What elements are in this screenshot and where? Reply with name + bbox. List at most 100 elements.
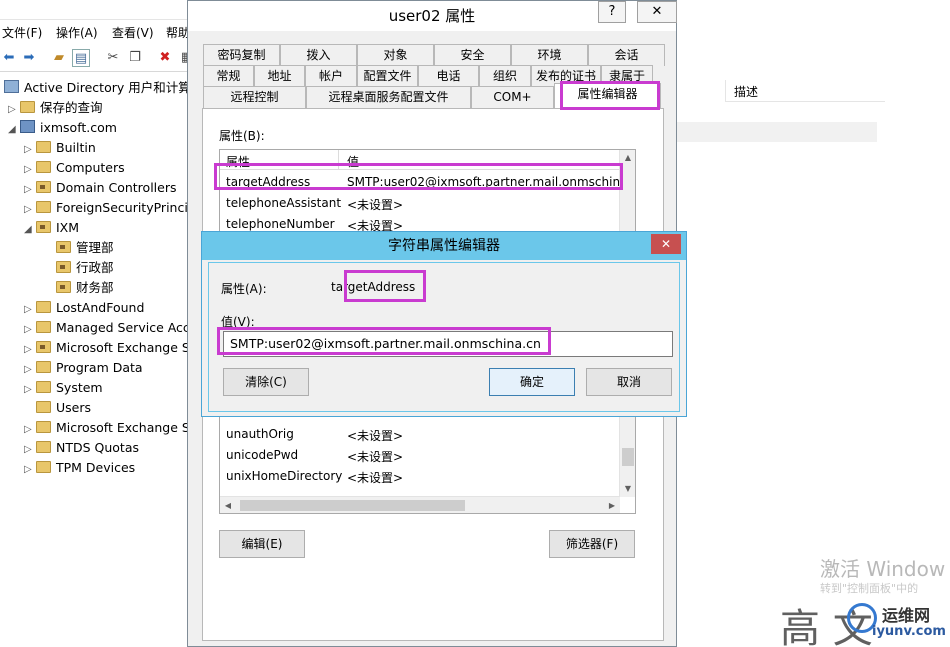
col-attribute[interactable]: 属性 [226, 153, 250, 170]
tree-item[interactable]: Active Directory 用户和计算机 [4, 78, 190, 98]
folder-icon [36, 381, 51, 393]
tree-item[interactable]: 行政部 [44, 258, 114, 278]
expand-arrow-icon[interactable]: ▷ [24, 420, 36, 440]
tab-3-3[interactable]: COM+ [471, 86, 554, 108]
mmc-menubar: 文件(F) 操作(A) 查看(V) 帮助 [0, 22, 190, 42]
tree-item[interactable]: ◢ ixmsoft.com [8, 118, 117, 138]
folder-icon [36, 421, 51, 433]
attribute-list-hscroll[interactable]: ◀ ▶ [220, 496, 620, 513]
clear-button[interactable]: 清除(C) [223, 368, 309, 396]
scroll-up-icon[interactable]: ▲ [620, 150, 635, 166]
tab-1-6[interactable]: 会话 [588, 44, 665, 66]
close-button[interactable]: ✕ [637, 1, 677, 23]
tree-item[interactable]: ▷ Managed Service Acc [24, 318, 190, 338]
show-tree-icon[interactable]: ▤ [72, 49, 90, 67]
attribute-row[interactable]: unixHomeDirectory <未设置> [220, 466, 620, 487]
tree-item[interactable]: 财务部 [44, 278, 114, 298]
vscroll-thumb[interactable] [622, 448, 634, 466]
tab-1-1[interactable]: 密码复制 [203, 44, 280, 66]
folder-icon [36, 161, 51, 173]
tab-2-1[interactable]: 常规 [203, 65, 254, 87]
tab-3-1[interactable]: 远程控制 [203, 86, 306, 108]
tree-item[interactable]: ▷ Computers [24, 158, 125, 178]
up-folder-icon[interactable]: ▰ [50, 49, 68, 67]
tree-item[interactable]: ▷ Domain Controllers [24, 178, 176, 198]
attribute-value: <未设置> [347, 450, 404, 464]
copy-icon[interactable]: ❐ [126, 49, 144, 67]
str-editor-close-button[interactable]: ✕ [651, 234, 681, 254]
menu-action[interactable]: 操作(A) [56, 24, 98, 41]
expand-arrow-icon[interactable]: ▷ [24, 300, 36, 320]
scroll-down-icon[interactable]: ▼ [620, 481, 635, 497]
tree-item[interactable]: ▷ 保存的查询 [8, 98, 103, 118]
expand-arrow-icon[interactable]: ▷ [24, 380, 36, 400]
ou-icon [56, 281, 71, 293]
tree-item[interactable]: ▷ NTDS Quotas [24, 438, 139, 458]
tree-item[interactable]: ▷ System [24, 378, 103, 398]
expand-arrow-icon[interactable]: ▷ [24, 440, 36, 460]
tab-1-3[interactable]: 对象 [357, 44, 434, 66]
expand-arrow-icon[interactable]: ◢ [24, 220, 36, 240]
value-input[interactable]: SMTP:user02@ixmsoft.partner.mail.onmschi… [223, 331, 673, 357]
hscroll-thumb[interactable] [240, 500, 465, 511]
filter-button[interactable]: 筛选器(F) [549, 530, 635, 558]
tree-item[interactable]: Users [24, 398, 91, 418]
scroll-left-icon[interactable]: ◀ [220, 497, 236, 513]
tree-item[interactable]: ▷ ForeignSecurityPrincip [24, 198, 190, 218]
col-value[interactable]: 值 [347, 153, 359, 170]
tab-2-2[interactable]: 地址 [254, 65, 305, 87]
list-column-header[interactable]: 描述 [725, 80, 885, 102]
attribute-row[interactable]: unicodePwd <未设置> [220, 445, 620, 466]
back-arrow-icon[interactable]: ⬅ [0, 49, 18, 67]
edit-button[interactable]: 编辑(E) [219, 530, 305, 558]
tab-3-2[interactable]: 远程桌面服务配置文件 [306, 86, 471, 108]
attribute-name: unauthOrig [226, 427, 294, 441]
delete-icon[interactable]: ✖ [156, 49, 174, 67]
expand-arrow-icon[interactable]: ▷ [24, 160, 36, 180]
attribute-row[interactable]: targetAddress SMTP:user02@ixmsoft.partner… [220, 172, 631, 193]
expand-arrow-icon[interactable]: ▷ [24, 360, 36, 380]
tab-3-4[interactable]: 属性编辑器 [554, 83, 661, 109]
expand-arrow-icon[interactable]: ▷ [24, 180, 36, 200]
tab-1-2[interactable]: 拨入 [280, 44, 357, 66]
expand-arrow-icon[interactable]: ▷ [8, 100, 20, 120]
tree-item[interactable]: ◢ IXM [24, 218, 79, 238]
scroll-right-icon[interactable]: ▶ [604, 497, 620, 513]
cancel-button[interactable]: 取消 [586, 368, 672, 396]
tree-item[interactable]: ▷ Builtin [24, 138, 96, 158]
tree-item-label: ForeignSecurityPrincip [56, 200, 190, 215]
folder-icon [36, 461, 51, 473]
list-row-band [665, 122, 877, 142]
tree-item[interactable]: ▷ TPM Devices [24, 458, 135, 478]
help-button[interactable]: ? [598, 1, 626, 23]
tab-1-5[interactable]: 环境 [511, 44, 588, 66]
attribute-row[interactable]: unauthOrig <未设置> [220, 424, 620, 445]
expand-arrow-icon[interactable]: ▷ [24, 200, 36, 220]
expand-arrow-icon[interactable]: ▷ [24, 460, 36, 480]
tree-item[interactable]: ▷ LostAndFound [24, 298, 144, 318]
menu-file[interactable]: 文件(F) [2, 24, 42, 41]
tree-item[interactable]: 管理部 [44, 238, 114, 258]
tree-item[interactable]: ▷ Microsoft Exchange S [24, 338, 190, 358]
cut-icon[interactable]: ✂ [104, 49, 122, 67]
attribute-row[interactable]: telephoneAssistant <未设置> [220, 193, 620, 214]
tree-item-label: 行政部 [76, 260, 114, 275]
expand-arrow-icon[interactable]: ▷ [24, 140, 36, 160]
tab-2-6[interactable]: 组织 [479, 65, 531, 87]
expand-arrow-icon[interactable]: ▷ [24, 340, 36, 360]
tab-2-5[interactable]: 电话 [418, 65, 479, 87]
tree-item-label: Users [56, 400, 92, 415]
expand-arrow-icon[interactable]: ◢ [8, 120, 20, 140]
expand-arrow-icon[interactable]: ▷ [24, 320, 36, 340]
tree-item[interactable]: ▷ Program Data [24, 358, 143, 378]
tab-2-4[interactable]: 配置文件 [357, 65, 418, 87]
tree-item-label: 财务部 [76, 280, 114, 295]
tree-item[interactable]: ▷ Microsoft Exchange Sy [24, 418, 190, 438]
tree-item-label: LostAndFound [56, 300, 145, 315]
ok-button[interactable]: 确定 [489, 368, 575, 396]
tab-2-3[interactable]: 帐户 [305, 65, 357, 87]
folder-icon [36, 401, 51, 413]
menu-view[interactable]: 查看(V) [112, 24, 154, 41]
forward-arrow-icon[interactable]: ➡ [20, 49, 38, 67]
tab-1-4[interactable]: 安全 [434, 44, 511, 66]
